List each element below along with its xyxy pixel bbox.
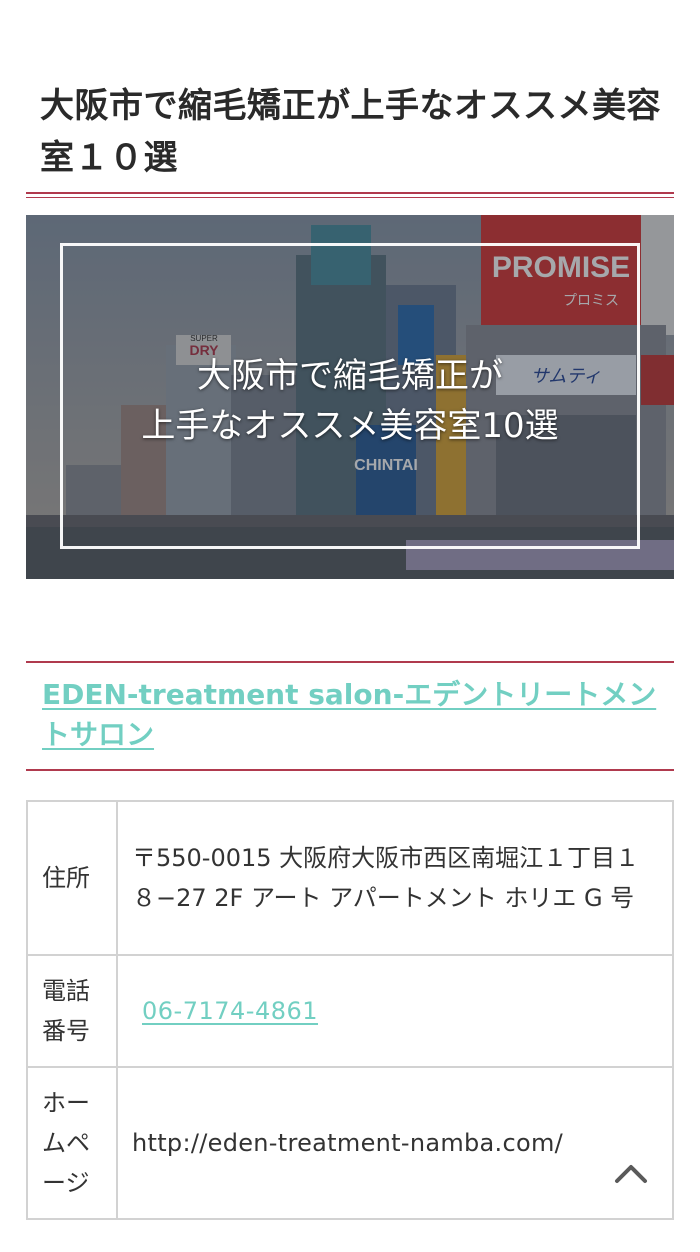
- article-title-block: 大阪市で縮毛矯正が上手なオススメ美容室１０選: [26, 80, 674, 198]
- table-row-address: 住所 〒550-0015 大阪府大阪市西区南堀江１丁目１８−27 2F アート …: [26, 800, 674, 956]
- address-label: 住所: [26, 800, 118, 956]
- title-divider: [26, 192, 674, 198]
- hero-caption: 大阪市で縮毛矯正が 上手なオススメ美容室10選: [26, 351, 674, 451]
- address-value: 〒550-0015 大阪府大阪市西区南堀江１丁目１８−27 2F アート アパー…: [116, 800, 674, 956]
- article-title: 大阪市で縮毛矯正が上手なオススメ美容室１０選: [40, 86, 661, 178]
- table-row-phone: 電話番号 06-7174-4861: [26, 954, 674, 1068]
- homepage-url: http://eden-treatment-namba.com/: [132, 1129, 564, 1157]
- salon-name-link[interactable]: EDEN-treatment salon-エデントリートメントサロン: [42, 675, 674, 755]
- phone-link[interactable]: 06-7174-4861: [132, 997, 318, 1025]
- chevron-up-icon: [615, 1165, 647, 1183]
- salon-heading-bottom-rule: [26, 769, 674, 771]
- salon-info-table: 住所 〒550-0015 大阪府大阪市西区南堀江１丁目１８−27 2F アート …: [26, 800, 674, 1220]
- table-row-homepage: ホームページ http://eden-treatment-namba.com/: [26, 1066, 674, 1220]
- homepage-cell: http://eden-treatment-namba.com/: [116, 1066, 674, 1220]
- phone-label: 電話番号: [26, 954, 118, 1068]
- hero-caption-line1: 大阪市で縮毛矯正が: [197, 356, 503, 396]
- page: 大阪市で縮毛矯正が上手なオススメ美容室１０選 DRY SUPER CHINTAI…: [0, 0, 700, 1252]
- hero-image: DRY SUPER CHINTAI PROMISE プロミス サムティ 大阪市で…: [26, 215, 674, 579]
- homepage-label: ホームページ: [26, 1066, 118, 1220]
- phone-cell: 06-7174-4861: [116, 954, 674, 1068]
- hero-caption-line2: 上手なオススメ美容室10選: [141, 406, 559, 446]
- salon-heading-top-rule: [26, 661, 674, 663]
- back-to-top-button[interactable]: [606, 1148, 656, 1198]
- salon-heading-block: EDEN-treatment salon-エデントリートメントサロン: [26, 661, 674, 771]
